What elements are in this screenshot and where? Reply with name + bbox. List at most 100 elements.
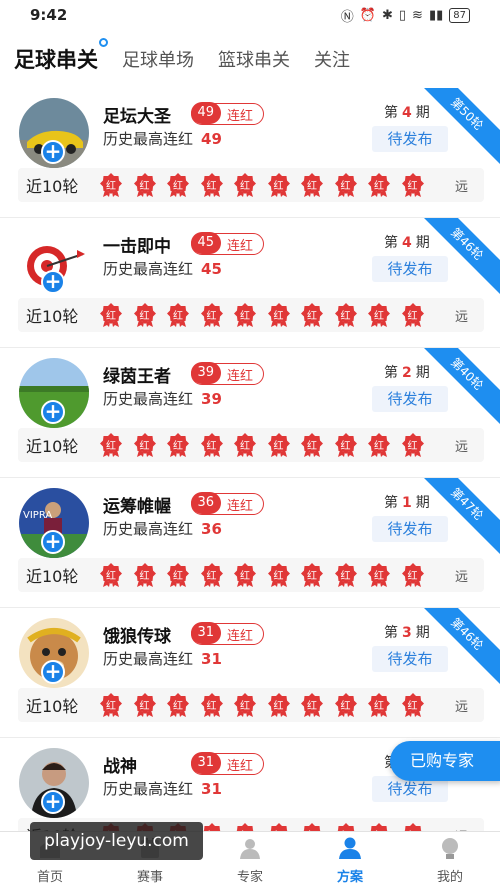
recent-results-row: 近10轮 红红红红红红红红红红 远 (18, 688, 484, 722)
nav-label: 专家 (236, 870, 263, 885)
pending-publish-button[interactable]: 待发布 (372, 126, 448, 152)
pending-publish-button[interactable]: 待发布 (372, 386, 448, 412)
expert-card[interactable]: + 饿狼传球 31 连红 历史最高连红 31 第3期 待发布 第46轮 近10轮 … (0, 608, 500, 738)
win-badge-icon: 红 (234, 563, 256, 587)
win-badge-icon: 红 (301, 563, 323, 587)
win-badge-icon: 红 (200, 303, 223, 327)
streak-badge: 39 连红 (190, 362, 265, 385)
period-number: 第4期 (384, 235, 430, 251)
win-badge-icon: 红 (133, 433, 156, 457)
far-label: 远 (454, 439, 468, 455)
win-badge-icon: 红 (133, 173, 156, 197)
streak-count: 31 (190, 622, 222, 645)
streak-label: 连红 (227, 498, 254, 514)
win-badge-icon: 红 (401, 433, 424, 457)
recent-label: 近10轮 (26, 307, 79, 326)
win-badge-icon: 红 (133, 693, 156, 717)
tab-football-parlay[interactable]: 足球串关 (14, 38, 108, 74)
history-best: 历史最高连红 36 (103, 520, 222, 538)
follow-plus-button[interactable]: + (41, 270, 65, 294)
win-badge-icon: 红 (200, 173, 223, 197)
history-best: 历史最高连红 49 (103, 130, 222, 148)
streak-badge: 36 连红 (190, 492, 265, 515)
win-badge-icon: 红 (167, 303, 189, 327)
win-badge-icon: 红 (368, 433, 390, 457)
win-badge-icon: 红 (301, 693, 323, 717)
alarm-icon: ⏰ (359, 7, 376, 23)
win-badge-icon: 红 (368, 693, 390, 717)
tab-follow[interactable]: 关注 (314, 46, 350, 72)
win-badge-icon: 红 (267, 693, 290, 717)
tab-basketball-parlay[interactable]: 篮球串关 (218, 46, 290, 72)
win-badge-icon: 红 (200, 433, 223, 457)
history-best-value: 45 (201, 260, 222, 278)
streak-count: 36 (190, 492, 222, 515)
recent-label: 近10轮 (26, 697, 79, 716)
tab-football-single[interactable]: 足球单场 (122, 46, 194, 72)
nav-label: 方案 (336, 870, 363, 885)
follow-plus-button[interactable]: + (41, 530, 65, 554)
streak-count: 49 (190, 102, 222, 125)
win-badge-icon: 红 (368, 303, 390, 327)
nav-item-plan[interactable]: 方案 (300, 832, 400, 889)
win-badge-icon: 红 (200, 563, 223, 587)
win-badge-icon: 红 (167, 433, 189, 457)
history-best-value: 31 (201, 650, 222, 668)
svg-text:VIPRA: VIPRA (23, 510, 52, 521)
expert-card[interactable]: + 绿茵王者 39 连红 历史最高连红 39 第2期 待发布 第40轮 近10轮 … (0, 348, 500, 478)
battery-icon: 87 (449, 7, 470, 23)
streak-badge: 45 连红 (190, 232, 265, 255)
period-number: 第2期 (384, 365, 430, 381)
nav-item-expert[interactable]: 专家 (200, 832, 300, 889)
plan-icon (337, 836, 363, 866)
nav-item-profile[interactable]: 我的 (400, 832, 500, 889)
win-badge-icon: 红 (133, 303, 156, 327)
win-badge-icon: 红 (334, 563, 357, 587)
history-best-value: 49 (201, 130, 222, 148)
expert-card[interactable]: + 足坛大圣 49 连红 历史最高连红 49 第4期 待发布 第50轮 近10轮 … (0, 88, 500, 218)
follow-plus-button[interactable]: + (41, 400, 65, 424)
nfc-icon: Ⓝ (340, 9, 354, 25)
pending-publish-button[interactable]: 待发布 (372, 646, 448, 672)
win-badge-icon: 红 (267, 173, 290, 197)
follow-plus-button[interactable]: + (41, 140, 65, 164)
win-badge-icon: 红 (401, 563, 424, 587)
win-badge-icon: 红 (133, 563, 156, 587)
wifi-icon: ≋ (412, 7, 423, 23)
expert-card[interactable]: VIPRA + 运筹帷幄 36 连红 历史最高连红 36 第1期 待发布 第47轮… (0, 478, 500, 608)
win-badge-icon: 红 (368, 173, 390, 197)
recent-results-row: 近10轮 红红红红红红红红红红 远 (18, 298, 484, 332)
win-badge-icon: 红 (167, 173, 189, 197)
expert-name: 运筹帷幄 (103, 497, 171, 517)
recent-label: 近10轮 (26, 567, 79, 586)
win-badge-icon: 红 (301, 433, 323, 457)
pending-publish-button[interactable]: 待发布 (372, 256, 448, 282)
follow-plus-button[interactable]: + (41, 790, 65, 814)
period-number: 第4期 (384, 105, 430, 121)
history-best: 历史最高连红 39 (103, 390, 222, 408)
status-time: 9:42 (30, 6, 68, 24)
follow-plus-button[interactable]: + (41, 660, 65, 684)
win-badge-icon: 红 (200, 693, 223, 717)
expert-card[interactable]: + 一击即中 45 连红 历史最高连红 45 第4期 待发布 第46轮 近10轮 … (0, 218, 500, 348)
streak-label: 连红 (227, 368, 254, 384)
win-badge-icon: 红 (100, 563, 122, 587)
win-badge-icon: 红 (301, 173, 323, 197)
history-best: 历史最高连红 31 (103, 650, 222, 668)
win-badge-icon: 红 (267, 433, 290, 457)
purchased-experts-button[interactable]: 已购专家 (390, 741, 500, 781)
history-best-value: 31 (201, 780, 222, 798)
streak-count: 45 (190, 232, 222, 255)
recent-results-row: 近10轮 红红红红红红红红红红 远 (18, 168, 484, 202)
recent-badges: 红红红红红红红红红红 (100, 693, 424, 717)
streak-label: 连红 (227, 628, 254, 644)
streak-badge: 49 连红 (190, 102, 265, 125)
win-badge-icon: 红 (334, 173, 357, 197)
win-badge-icon: 红 (401, 303, 424, 327)
pending-publish-button[interactable]: 待发布 (372, 516, 448, 542)
streak-badge: 31 连红 (190, 752, 265, 775)
nav-label: 首页 (36, 870, 63, 885)
streak-badge: 31 连红 (190, 622, 265, 645)
recent-badges: 红红红红红红红红红红 (100, 303, 424, 327)
win-badge-icon: 红 (334, 693, 357, 717)
